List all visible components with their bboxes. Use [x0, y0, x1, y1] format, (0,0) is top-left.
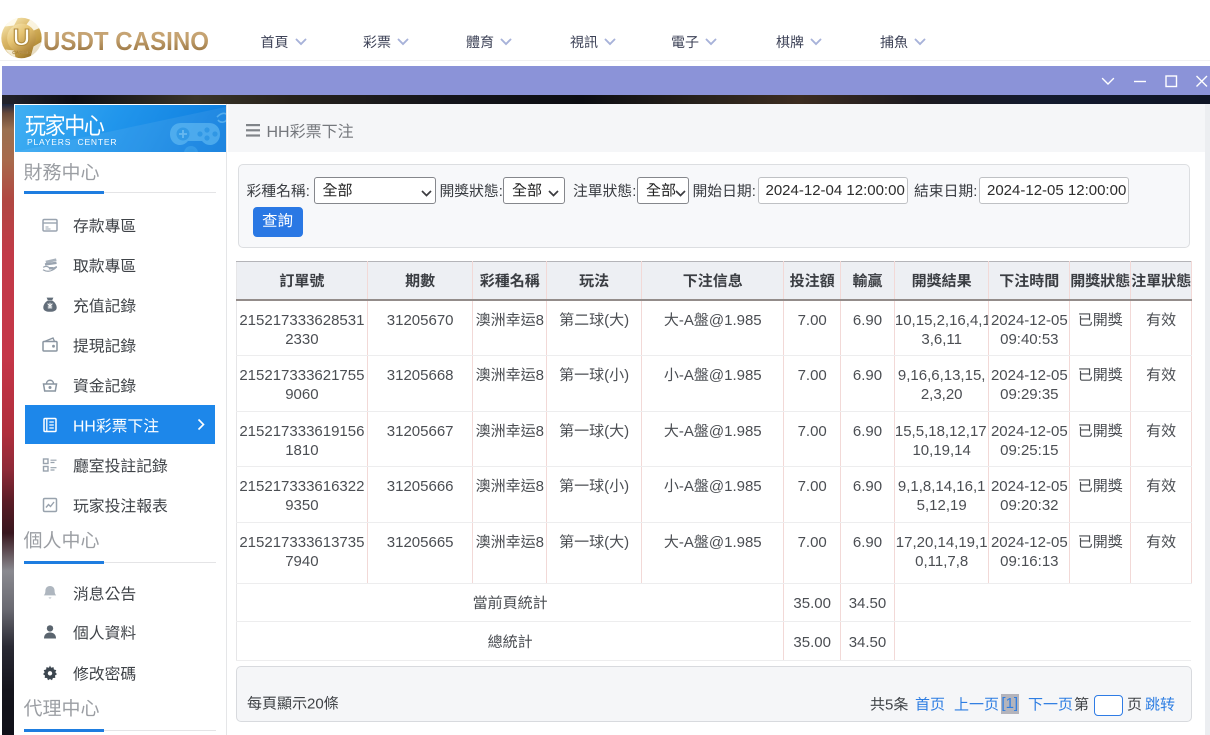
svg-text:U: U — [13, 25, 30, 52]
svg-text:CASINO: CASINO — [12, 50, 31, 56]
